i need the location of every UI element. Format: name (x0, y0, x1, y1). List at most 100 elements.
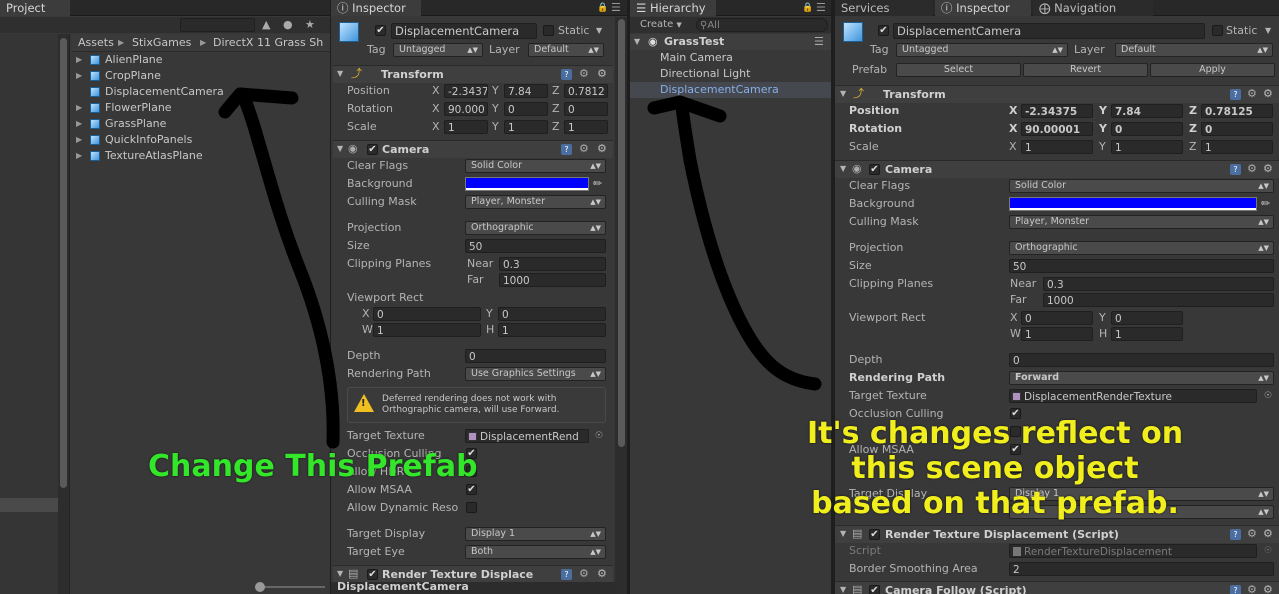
foldout-arrow-icon[interactable]: ▼ (840, 86, 846, 102)
help-book-icon[interactable]: ? (561, 569, 572, 580)
background-color-swatch[interactable] (1009, 197, 1257, 211)
tab-project[interactable]: Project (0, 0, 70, 16)
scale-y-field[interactable]: 1 (504, 120, 548, 134)
preset-icon[interactable]: ⚙ (1247, 86, 1257, 102)
viewport-y-field[interactable]: 0 (498, 307, 606, 321)
breadcrumb-grass-folder[interactable]: DirectX 11 Grass Sh (213, 35, 323, 51)
preset-icon[interactable]: ⚙ (579, 566, 589, 582)
culling-mask-dropdown[interactable]: Player, Monster ▲▼ (465, 195, 606, 209)
target-eye-dropdown[interactable]: Both ▲▼ (465, 545, 606, 559)
expand-arrow-icon[interactable]: ▶ (76, 132, 82, 148)
static-dropdown-arrow-icon[interactable]: ▼ (596, 23, 602, 39)
expand-arrow-icon[interactable]: ▶ (76, 100, 82, 116)
preset-icon[interactable]: ⚙ (1247, 526, 1257, 542)
static-dropdown-arrow-icon[interactable]: ▼ (1265, 23, 1271, 39)
object-picker-icon[interactable]: ☉ (1264, 388, 1272, 404)
foldout-arrow-icon[interactable]: ▼ (634, 34, 640, 50)
rendering-path-dropdown[interactable]: Use Graphics Settings ▲▼ (465, 367, 606, 381)
near-field[interactable]: 0.3 (1043, 277, 1274, 291)
clear-flags-dropdown[interactable]: Solid Color ▲▼ (465, 159, 606, 173)
script-enabled-checkbox[interactable]: ✔ (869, 529, 880, 540)
camera-header[interactable]: ▼ ◉ ✔ Camera ? ⚙ ⚙ (835, 160, 1279, 178)
expand-arrow-icon[interactable]: ▶ (76, 52, 82, 68)
foldout-arrow-icon[interactable]: ▼ (840, 161, 846, 177)
viewport-w-field[interactable]: 1 (373, 323, 481, 337)
foldout-arrow-icon[interactable]: ▼ (840, 526, 846, 542)
rotation-y-field[interactable]: 0 (1111, 122, 1183, 136)
expand-arrow-icon[interactable]: ▶ (76, 148, 82, 164)
projection-dropdown[interactable]: Orthographic ▲▼ (1009, 241, 1274, 255)
camera-enabled-checkbox[interactable]: ✔ (869, 164, 880, 175)
rotation-z-field[interactable]: 0 (564, 102, 608, 116)
tag-dropdown[interactable]: Untagged ▲▼ (896, 43, 1068, 57)
foldout-arrow-icon[interactable]: ▼ (337, 141, 343, 157)
scene-menu-icon[interactable]: ☰ (814, 34, 824, 50)
render-texture-displacement-header[interactable]: ▼ ▤ ✔ Render Texture Displacement (Scrip… (835, 525, 1279, 543)
transform-header[interactable]: ▼ ⤴ Transform ? ⚙ ⚙ (333, 65, 613, 83)
viewport-x-field[interactable]: 0 (1021, 311, 1093, 325)
component-gear-icon[interactable]: ⚙ (597, 66, 607, 82)
component-gear-icon[interactable]: ⚙ (1263, 86, 1273, 102)
expand-arrow-icon[interactable]: ▶ (76, 68, 82, 84)
tab-inspector-right[interactable]: ⓘ Inspector (935, 0, 1031, 16)
scale-y-field[interactable]: 1 (1111, 140, 1183, 154)
rotation-y-field[interactable]: 0 (504, 102, 548, 116)
hierarchy-search-input[interactable]: ⚲All (696, 18, 828, 32)
tab-inspector-left[interactable]: ⓘ Inspector (331, 0, 421, 16)
lock-icon[interactable]: 🔒 (802, 0, 813, 16)
position-x-field[interactable]: -2.34375 (1021, 104, 1093, 118)
layer-dropdown[interactable]: Default ▲▼ (1115, 43, 1273, 57)
preset-icon[interactable]: ⚙ (579, 66, 589, 82)
scale-x-field[interactable]: 1 (444, 120, 488, 134)
list-item[interactable]: ▶ CropPlane (72, 68, 330, 84)
tab-navigation[interactable]: ⨁ Navigation (1033, 0, 1153, 16)
filter-type-icon[interactable]: ▲ (262, 17, 270, 33)
list-item[interactable]: ▶ GrassPlane (72, 116, 330, 132)
far-field[interactable]: 1000 (1043, 293, 1274, 307)
tab-services[interactable]: Services (835, 0, 933, 16)
project-search-input[interactable] (180, 18, 255, 32)
inspector-left-scroll-thumb[interactable] (618, 19, 625, 447)
prefab-revert-button[interactable]: Revert (1023, 63, 1148, 77)
allow-msaa-checkbox[interactable]: ✔ (466, 484, 477, 495)
far-field[interactable]: 1000 (499, 273, 606, 287)
camera-follow-header[interactable]: ▼ ▤ ✔ Camera Follow (Script) ? ⚙ ⚙ (835, 581, 1279, 594)
foldout-arrow-icon[interactable]: ▼ (337, 66, 343, 82)
preset-icon[interactable]: ⚙ (1247, 582, 1257, 594)
folder-tree-selection[interactable] (0, 498, 58, 512)
depth-field[interactable]: 0 (1009, 353, 1274, 367)
inspector-left-scrollbar[interactable] (615, 17, 627, 594)
position-y-field[interactable]: 7.84 (1111, 104, 1183, 118)
static-checkbox[interactable] (1212, 25, 1223, 36)
size-field[interactable]: 50 (1009, 259, 1274, 273)
list-item-selected[interactable]: DisplacementCamera (630, 82, 831, 98)
help-book-icon[interactable]: ? (1230, 529, 1241, 540)
active-checkbox[interactable]: ✔ (878, 25, 889, 36)
breadcrumb-assets[interactable]: Assets (78, 35, 114, 51)
component-gear-icon[interactable]: ⚙ (597, 141, 607, 157)
clear-flags-dropdown[interactable]: Solid Color ▲▼ (1009, 179, 1274, 193)
panel-menu-icon[interactable]: ☰ (816, 0, 826, 16)
rotation-x-field[interactable]: 90.00001 (1021, 122, 1093, 136)
scale-z-field[interactable]: 1 (1201, 140, 1273, 154)
object-name-field[interactable]: DisplacementCamera (391, 23, 537, 39)
near-field[interactable]: 0.3 (499, 257, 606, 271)
active-checkbox[interactable]: ✔ (375, 25, 386, 36)
rotation-x-field[interactable]: 90.000 (444, 102, 488, 116)
eyedropper-icon[interactable]: ✏ (1261, 196, 1270, 212)
help-book-icon[interactable]: ? (1230, 585, 1241, 594)
component-gear-icon[interactable]: ⚙ (1263, 161, 1273, 177)
lock-icon[interactable]: 🔒 (597, 0, 608, 16)
position-z-field[interactable]: 0.7812 (564, 84, 608, 98)
list-item[interactable]: ▶ TextureAtlasPlane (72, 148, 330, 164)
depth-field[interactable]: 0 (465, 349, 606, 363)
size-field[interactable]: 50 (465, 239, 606, 253)
icon-size-slider-handle[interactable] (255, 582, 265, 592)
viewport-x-field[interactable]: 0 (373, 307, 481, 321)
target-texture-field[interactable]: DisplacementRenderTexture (1009, 389, 1257, 403)
icon-size-slider[interactable] (255, 582, 325, 592)
list-item[interactable]: Main Camera (630, 50, 831, 66)
viewport-w-field[interactable]: 1 (1021, 327, 1093, 341)
object-name-field[interactable]: DisplacementCamera (893, 23, 1205, 39)
breadcrumb-stixgames[interactable]: StixGames (132, 35, 191, 51)
